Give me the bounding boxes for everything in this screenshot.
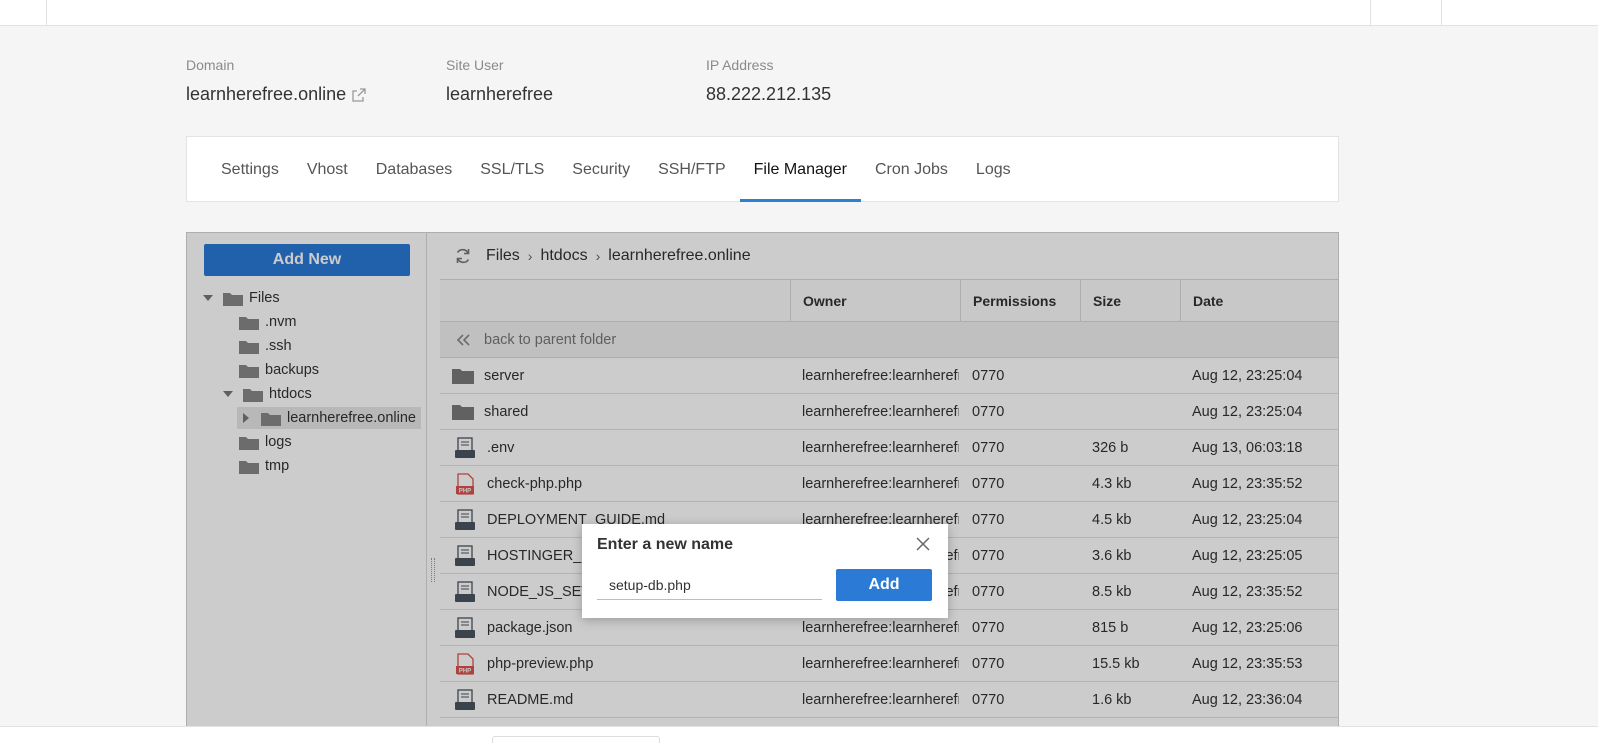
site-user-value: learnherefree [446, 84, 554, 104]
tab-security[interactable]: Security [558, 137, 644, 202]
modal-overlay [186, 232, 1339, 743]
top-bar [0, 0, 1598, 26]
domain-value[interactable]: learnherefree.online [186, 84, 346, 105]
tab-file-manager[interactable]: File Manager [739, 137, 861, 202]
site-user-label: Site User [446, 57, 504, 73]
ip-address-label: IP Address [706, 57, 774, 73]
tab-ssl-tls[interactable]: SSL/TLS [466, 137, 558, 202]
tab-cron-jobs[interactable]: Cron Jobs [861, 137, 962, 202]
new-name-input[interactable] [597, 570, 822, 600]
new-name-dialog: Enter a new name Add [582, 524, 948, 618]
tab-settings[interactable]: Settings [207, 137, 293, 202]
site-user-info: Site User learnherefree [446, 57, 553, 105]
domain-info: Domain learnherefree.online [186, 57, 366, 105]
top-bar-divider [46, 0, 47, 26]
dialog-add-button[interactable]: Add [836, 569, 932, 601]
ip-address-info: IP Address 88.222.212.135 [706, 57, 831, 105]
top-bar-divider [1370, 0, 1371, 26]
domain-label: Domain [186, 57, 235, 73]
tab-logs[interactable]: Logs [962, 137, 1025, 202]
tab-ssh-ftp[interactable]: SSH/FTP [644, 137, 740, 202]
bottom-bar [0, 726, 1598, 743]
bottom-tab[interactable] [492, 736, 660, 743]
external-link-icon[interactable] [352, 87, 366, 102]
site-tabs: Settings Vhost Databases SSL/TLS Securit… [186, 136, 1339, 202]
top-bar-divider [1441, 0, 1442, 26]
tab-vhost[interactable]: Vhost [293, 137, 362, 202]
dialog-title: Enter a new name [597, 536, 734, 553]
close-icon[interactable] [916, 537, 930, 551]
tab-databases[interactable]: Databases [362, 137, 467, 202]
ip-address-value: 88.222.212.135 [706, 84, 832, 104]
